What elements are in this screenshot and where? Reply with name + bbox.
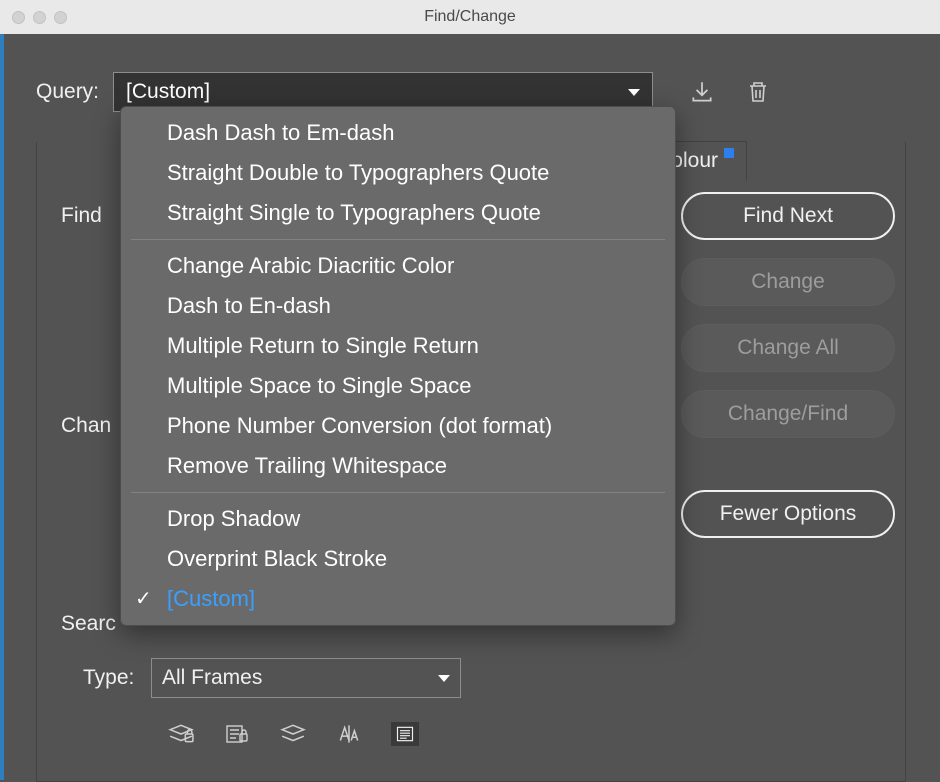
action-buttons: Find Next Change Change All Change/Find … — [681, 192, 895, 538]
change-to-label: Chan — [61, 414, 111, 438]
change-button[interactable]: Change — [681, 258, 895, 306]
query-label: Query: — [36, 80, 99, 104]
query-option[interactable]: Straight Double to Typographers Quote — [121, 153, 675, 193]
type-value: All Frames — [162, 666, 262, 690]
query-option[interactable]: Overprint Black Stroke — [121, 539, 675, 579]
search-label: Searc — [61, 612, 116, 636]
titlebar: Find/Change — [0, 0, 940, 34]
window-title: Find/Change — [0, 8, 940, 26]
query-option[interactable]: Dash to En-dash — [121, 286, 675, 326]
query-option[interactable]: Multiple Space to Single Space — [121, 366, 675, 406]
type-dropdown[interactable]: All Frames — [151, 658, 461, 698]
query-option[interactable]: Dash Dash to Em-dash — [121, 113, 675, 153]
query-option[interactable]: Phone Number Conversion (dot format) — [121, 406, 675, 446]
query-option[interactable]: Drop Shadow — [121, 499, 675, 539]
tab-colour-label: olour — [671, 149, 718, 173]
dialog-body: Query: [Custom] olour Find Chan Searc Ty… — [0, 34, 940, 780]
tab-colour[interactable]: olour — [666, 141, 747, 181]
change-all-button[interactable]: Change All — [681, 324, 895, 372]
query-option[interactable]: Straight Single to Typographers Quote — [121, 193, 675, 233]
character-icon[interactable] — [335, 722, 363, 746]
find-next-button[interactable]: Find Next — [681, 192, 895, 240]
query-option[interactable]: Multiple Return to Single Return — [121, 326, 675, 366]
chevron-down-icon — [438, 675, 450, 682]
query-dropdown-list[interactable]: Dash Dash to Em-dashStraight Double to T… — [120, 106, 676, 626]
layers-icon[interactable] — [279, 722, 307, 746]
chevron-down-icon — [628, 89, 640, 96]
menu-separator — [131, 492, 665, 493]
query-value: [Custom] — [126, 80, 210, 104]
tab-modified-indicator — [724, 148, 734, 158]
query-option[interactable]: Remove Trailing Whitespace — [121, 446, 675, 486]
change-find-button[interactable]: Change/Find — [681, 390, 895, 438]
trash-icon[interactable] — [745, 79, 771, 105]
query-option[interactable]: Change Arabic Diacritic Color — [121, 246, 675, 286]
fewer-options-button[interactable]: Fewer Options — [681, 490, 895, 538]
save-query-icon[interactable] — [689, 79, 715, 105]
layers-locked-icon[interactable] — [167, 722, 195, 746]
menu-separator — [131, 239, 665, 240]
footnotes-icon[interactable] — [391, 722, 419, 746]
type-label: Type: — [83, 666, 134, 690]
accent-edge — [0, 34, 4, 780]
stories-locked-icon[interactable] — [223, 722, 251, 746]
find-what-label: Find — [61, 204, 102, 228]
search-option-icons — [167, 722, 419, 746]
query-option-selected[interactable]: [Custom] — [121, 579, 675, 619]
